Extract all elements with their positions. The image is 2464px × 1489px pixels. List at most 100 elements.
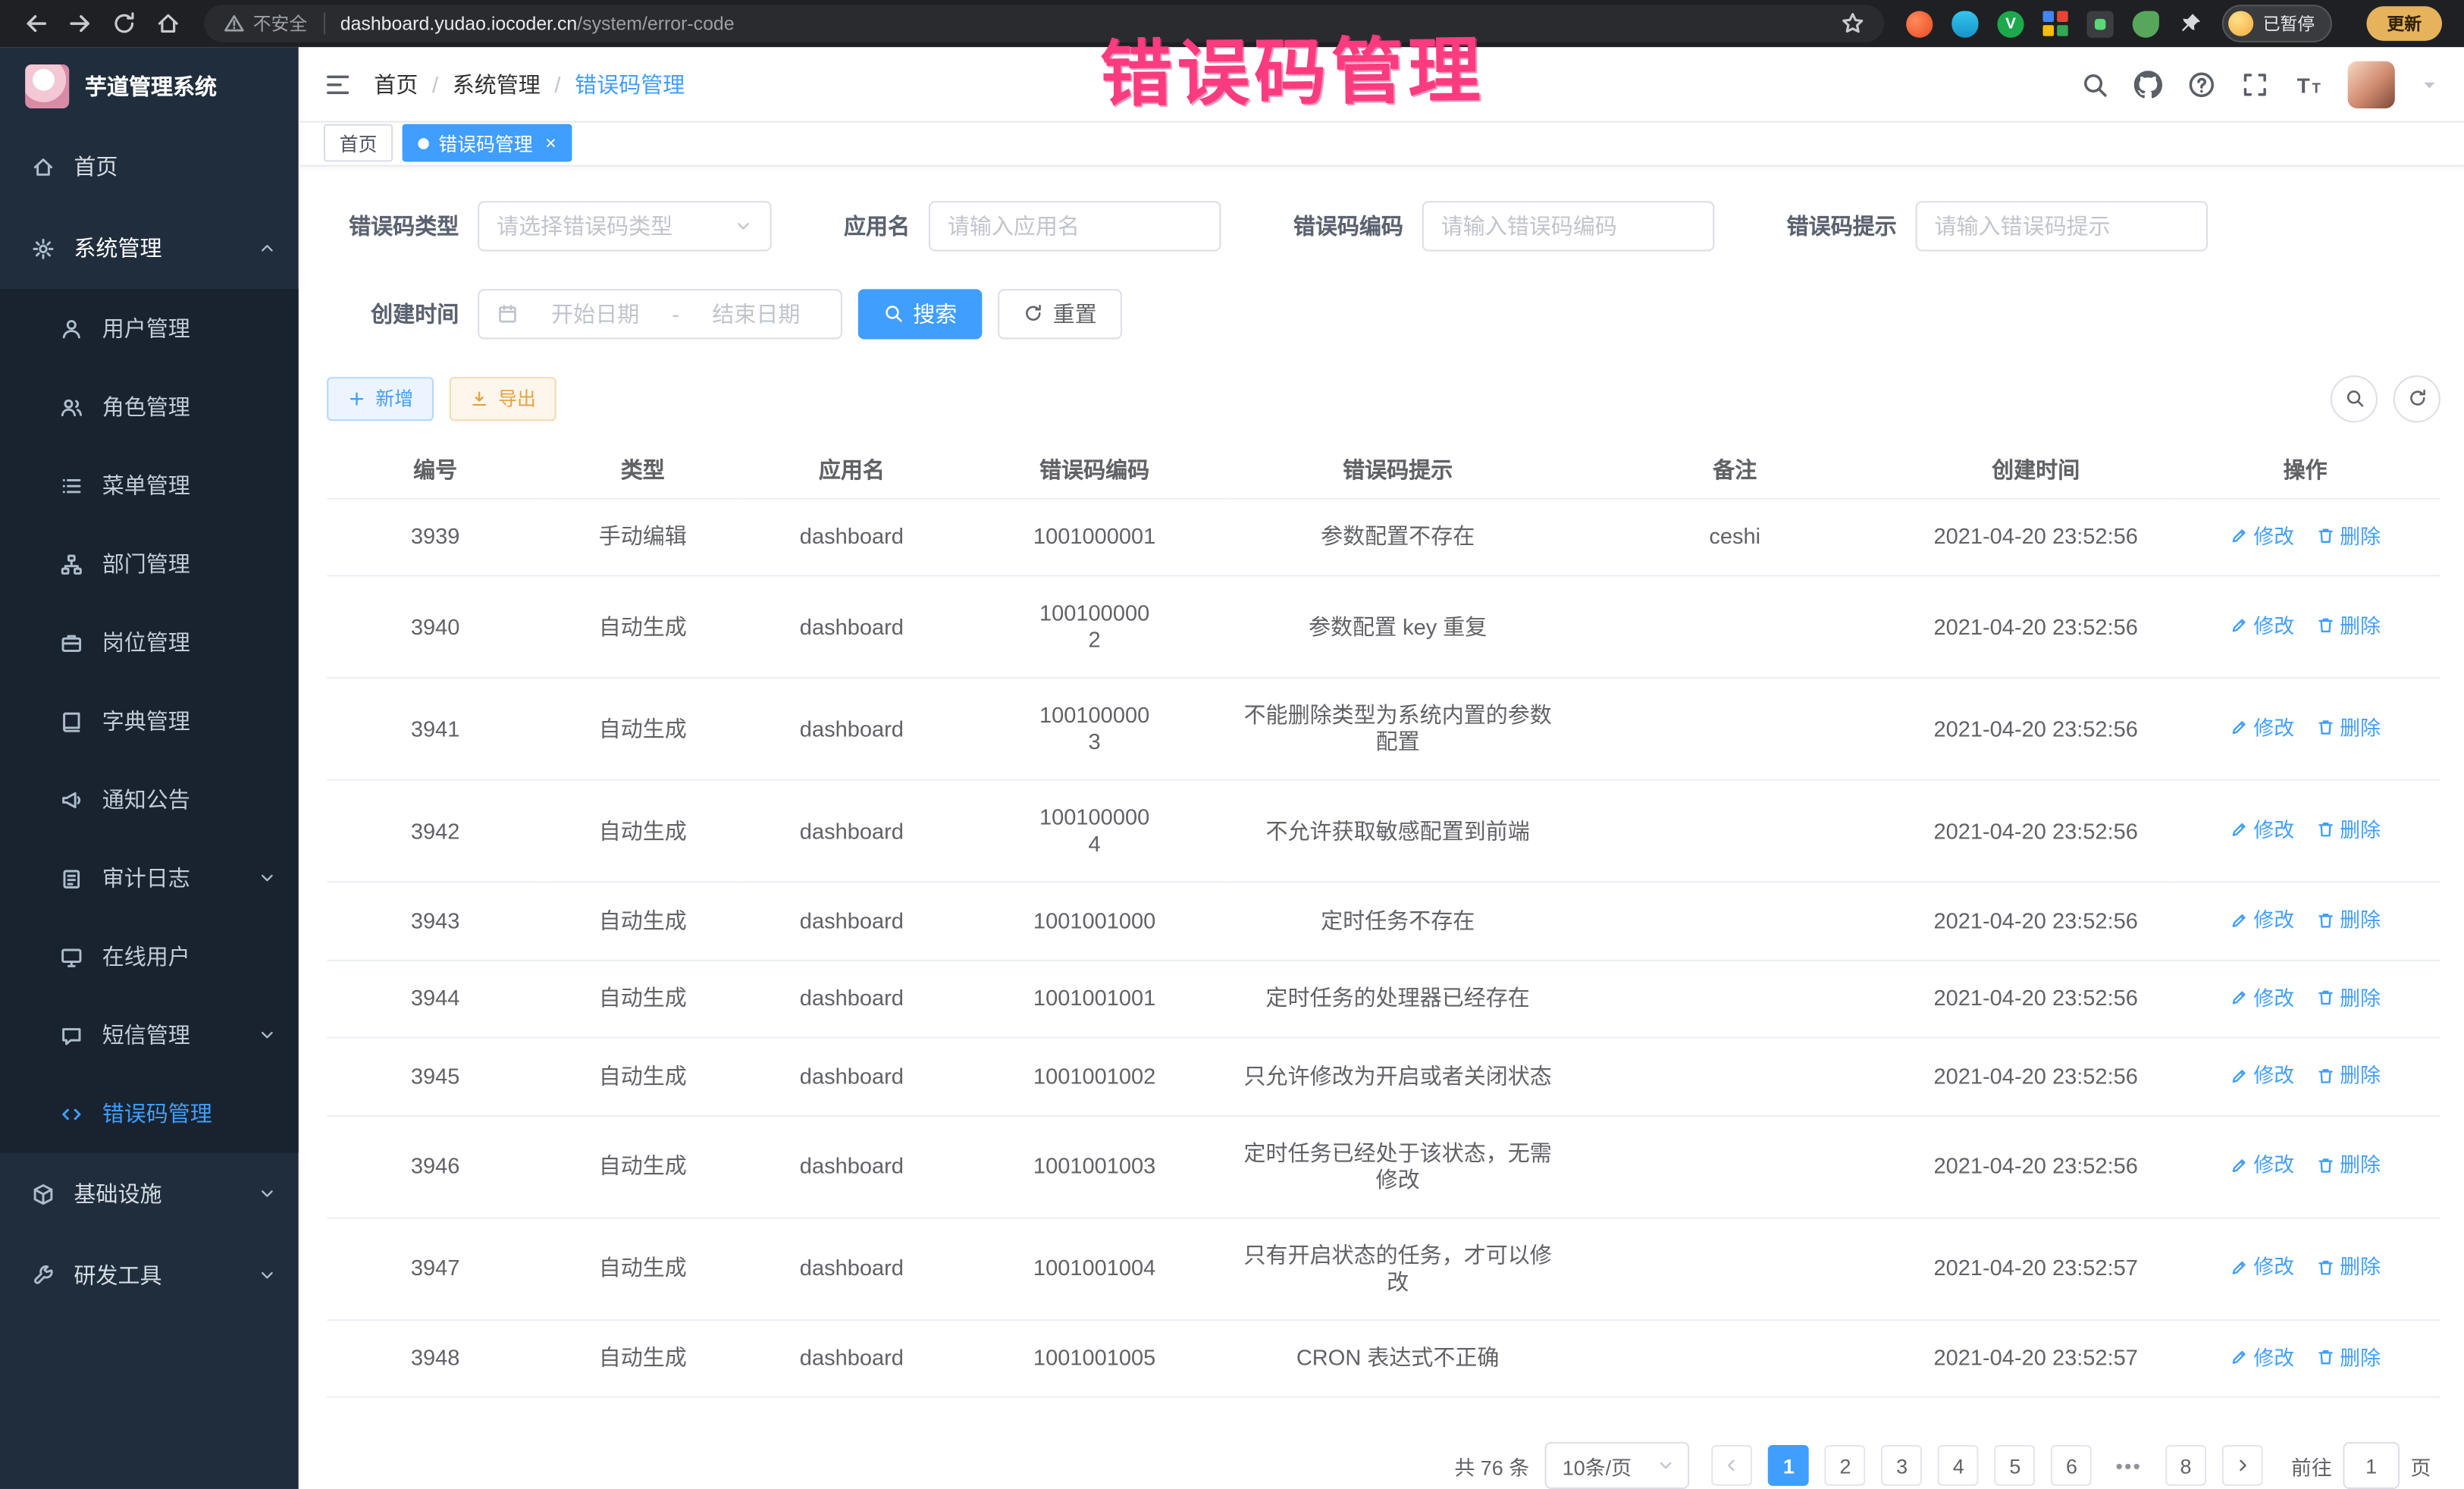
date-range-picker[interactable]: 开始日期 - 结束日期 <box>478 288 842 338</box>
browser-home-button[interactable] <box>148 3 189 44</box>
sidebar-item-position-management[interactable]: 岗位管理 <box>0 603 299 682</box>
error-code-input[interactable]: 请输入错误码编码 <box>1422 200 1715 250</box>
github-icon[interactable] <box>2134 70 2162 98</box>
extension-leaf-icon[interactable] <box>2133 10 2159 36</box>
browser-reload-button[interactable] <box>104 3 145 44</box>
edit-button[interactable]: 修改 <box>2230 1254 2294 1281</box>
extension-grid-icon[interactable] <box>2043 11 2068 36</box>
extension-green-icon[interactable]: V <box>1997 10 2024 36</box>
sidebar: 芋道管理系统 首页系统管理用户管理角色管理菜单管理部门管理岗位管理字典管理通知公… <box>0 47 299 1489</box>
font-size-icon[interactable]: TT <box>2294 70 2322 98</box>
sidebar-item-system-management[interactable]: 系统管理 <box>0 207 299 289</box>
pagination-page-4[interactable]: 4 <box>1938 1445 1979 1486</box>
input-placeholder: 请输入错误码编码 <box>1441 210 1617 241</box>
toggle-search-button[interactable] <box>2331 375 2378 422</box>
edit-button[interactable]: 修改 <box>2230 1152 2294 1178</box>
delete-button[interactable]: 删除 <box>2316 1343 2381 1370</box>
reset-button[interactable]: 重置 <box>998 288 1122 338</box>
delete-button[interactable]: 删除 <box>2316 1152 2381 1178</box>
pagination-page-2[interactable]: 2 <box>1825 1445 1866 1486</box>
tab-home[interactable]: 首页 <box>324 124 393 162</box>
pagination-next-button[interactable] <box>2222 1445 2263 1486</box>
pagination-prev-button[interactable] <box>1712 1445 1753 1486</box>
sidebar-item-infrastructure[interactable]: 基础设施 <box>0 1153 299 1235</box>
browser-forward-button[interactable] <box>60 3 101 44</box>
delete-button[interactable]: 删除 <box>2316 522 2381 549</box>
add-button[interactable]: 新增 <box>327 376 434 420</box>
pagination-ellipsis[interactable]: ••• <box>2108 1445 2149 1486</box>
sidebar-item-role-management[interactable]: 角色管理 <box>0 368 299 447</box>
sidebar-item-dev-tools[interactable]: 研发工具 <box>0 1234 299 1316</box>
pagination-page-5[interactable]: 5 <box>1995 1445 2036 1486</box>
refresh-table-button[interactable] <box>2393 375 2440 422</box>
sidebar-item-online-users[interactable]: 在线用户 <box>0 917 299 996</box>
pagination-goto-input[interactable]: 1 <box>2343 1442 2400 1489</box>
pagination-page-8[interactable]: 8 <box>2165 1445 2206 1486</box>
site-security-badge[interactable]: 不安全 <box>223 11 307 36</box>
reset-button-label: 重置 <box>1053 298 1097 329</box>
tab-error-code[interactable]: 错误码管理 × <box>403 124 572 162</box>
delete-button[interactable]: 删除 <box>2316 906 2381 933</box>
pagination-page-1[interactable]: 1 <box>1768 1445 1809 1486</box>
search-icon[interactable] <box>2080 70 2108 98</box>
extension-dark-icon[interactable] <box>2087 10 2114 36</box>
sidebar-item-department-management[interactable]: 部门管理 <box>0 525 299 603</box>
sidebar-item-error-code-management[interactable]: 错误码管理 <box>0 1074 299 1153</box>
extension-red-icon[interactable] <box>1906 10 1933 36</box>
bookmark-star-icon[interactable] <box>1840 11 1865 36</box>
delete-button[interactable]: 删除 <box>2316 612 2381 638</box>
edit-button[interactable]: 修改 <box>2230 1343 2294 1370</box>
close-icon[interactable]: × <box>545 134 556 153</box>
sidebar-item-home[interactable]: 首页 <box>0 126 299 208</box>
cell-id: 3944 <box>411 985 460 1010</box>
delete-button[interactable]: 删除 <box>2316 1061 2381 1088</box>
edit-button[interactable]: 修改 <box>2230 1061 2294 1088</box>
export-button[interactable]: 导出 <box>450 376 556 420</box>
delete-button[interactable]: 删除 <box>2316 1254 2381 1281</box>
error-type-select[interactable]: 请选择错误码类型 <box>478 200 772 250</box>
sidebar-item-audit-log[interactable]: 审计日志 <box>0 839 299 917</box>
user-avatar[interactable] <box>2348 61 2395 108</box>
breadcrumb-system[interactable]: 系统管理 <box>453 68 541 99</box>
app-name-input[interactable]: 请输入应用名 <box>929 200 1221 250</box>
pagination-page-6[interactable]: 6 <box>2052 1445 2093 1486</box>
pagination-page-3[interactable]: 3 <box>1882 1445 1923 1486</box>
extension-droplet-icon[interactable] <box>1951 10 1978 36</box>
edit-button[interactable]: 修改 <box>2230 906 2294 933</box>
error-hint-input[interactable]: 请输入错误码提示 <box>1916 200 2209 250</box>
sidebar-item-sms-management[interactable]: 短信管理 <box>0 995 299 1074</box>
sidebar-item-notice-announcement[interactable]: 通知公告 <box>0 760 299 839</box>
input-placeholder: 请输入应用名 <box>948 210 1080 241</box>
help-icon[interactable] <box>2187 70 2215 98</box>
edit-label: 修改 <box>2253 714 2294 741</box>
delete-button[interactable]: 删除 <box>2316 984 2381 1011</box>
cell-error-hint: 定时任务不存在 <box>1321 908 1475 933</box>
page-size-select[interactable]: 10条/页 <box>1545 1442 1690 1489</box>
edit-button[interactable]: 修改 <box>2230 612 2294 638</box>
sidebar-item-user-management[interactable]: 用户管理 <box>0 289 299 368</box>
edit-button[interactable]: 修改 <box>2230 714 2294 741</box>
app-logo[interactable]: 芋道管理系统 <box>0 47 299 126</box>
date-end-placeholder: 结束日期 <box>689 298 824 329</box>
edit-button[interactable]: 修改 <box>2230 984 2294 1011</box>
chevron-down-icon[interactable] <box>2420 75 2439 94</box>
breadcrumb-home[interactable]: 首页 <box>374 68 418 99</box>
cell-error-hint: 不能删除类型为系统内置的参数配置 <box>1244 702 1552 754</box>
address-bar[interactable]: 不安全 dashboard.yudao.iocoder.cn/system/er… <box>204 5 1884 42</box>
delete-button[interactable]: 删除 <box>2316 817 2381 843</box>
search-button[interactable]: 搜索 <box>858 288 983 338</box>
profile-paused-chip[interactable]: 已暂停 <box>2222 5 2332 42</box>
sidebar-collapse-button[interactable] <box>324 70 352 98</box>
edit-button[interactable]: 修改 <box>2230 817 2294 843</box>
cell-type: 自动生成 <box>599 985 687 1010</box>
sidebar-item-dict-management[interactable]: 字典管理 <box>0 682 299 760</box>
edit-button[interactable]: 修改 <box>2230 522 2294 549</box>
sidebar-item-menu-management[interactable]: 菜单管理 <box>0 446 299 525</box>
trash-icon <box>2316 1066 2335 1085</box>
browser-back-button[interactable] <box>16 3 57 44</box>
edit-icon <box>2230 911 2249 929</box>
delete-button[interactable]: 删除 <box>2316 714 2381 741</box>
browser-update-button[interactable]: 更新 <box>2366 6 2441 41</box>
fullscreen-icon[interactable] <box>2241 70 2269 98</box>
extensions-pin-icon[interactable] <box>2178 11 2203 36</box>
